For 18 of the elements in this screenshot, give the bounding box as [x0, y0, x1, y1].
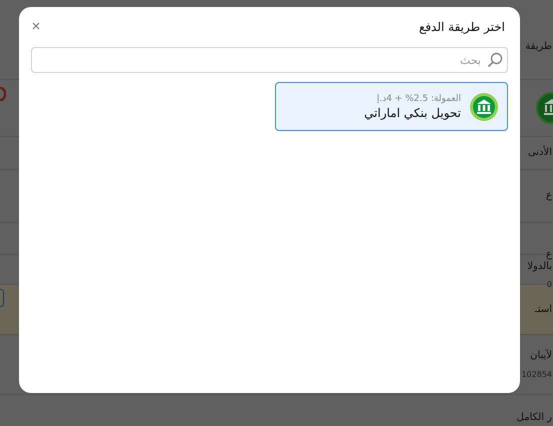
- field-value: 102854: [521, 370, 552, 379]
- field-label: استـ: [534, 304, 552, 316]
- bank-icon: [534, 92, 553, 124]
- payment-option[interactable]: العمولة: 2.5% + 4د.إ تحويل بنكي اماراتي: [275, 82, 508, 131]
- field-label: ع بالدولا: [526, 249, 552, 272]
- close-button[interactable]: ×: [30, 20, 42, 34]
- field-label: الأدنى: [528, 147, 552, 159]
- field-label: ر الكامل: [516, 412, 552, 424]
- search-icon: [487, 52, 503, 68]
- bank-icon: [469, 92, 499, 122]
- option-name: تحويل بنكي اماراتي: [364, 106, 461, 120]
- dialog-title: اختر طريقة الدفع: [418, 20, 505, 34]
- search-field[interactable]: بحث: [31, 47, 508, 73]
- field-value: 0: [546, 280, 552, 290]
- field-label: ع: [546, 190, 552, 202]
- field-label: طريقة: [525, 41, 552, 53]
- fee-text: العمولة: 2.5% + 4د.إ: [376, 94, 461, 104]
- field-label: لآيبان: [530, 350, 552, 362]
